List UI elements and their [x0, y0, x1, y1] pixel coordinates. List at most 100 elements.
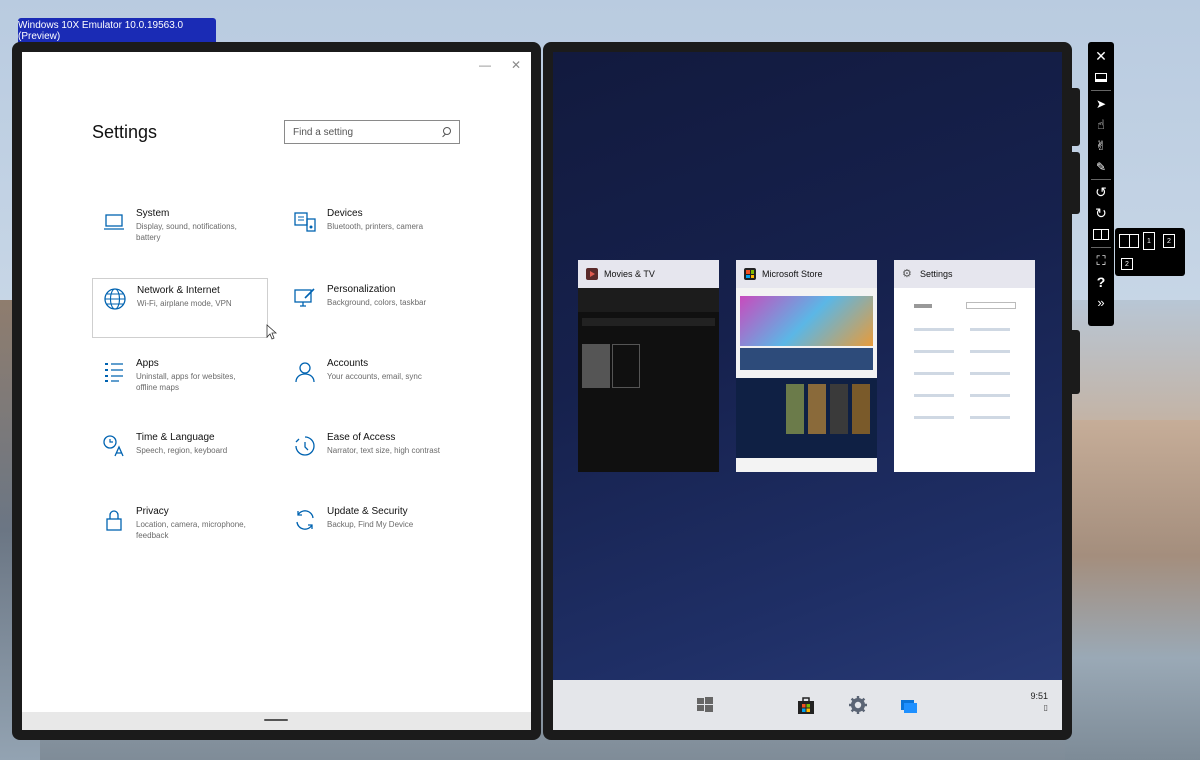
settings-tile-accounts[interactable]: Accounts Your accounts, email, sync — [283, 352, 459, 412]
window-controls: — ✕ — [479, 58, 521, 72]
mode-side-by-side[interactable] — [1119, 234, 1139, 248]
person-icon — [295, 362, 315, 383]
tile-description: Display, sound, notifications, battery — [136, 222, 237, 242]
settings-tile-time-language[interactable]: Time & Language Speech, region, keyboard — [92, 426, 268, 486]
hardware-button-mid — [1072, 152, 1080, 214]
tile-description: Backup, Find My Device — [327, 520, 414, 529]
movies-preview — [578, 288, 719, 472]
ease-of-access-icon — [295, 436, 315, 456]
mode-label: 1 — [1147, 237, 1151, 245]
toolbar-separator — [1091, 179, 1111, 180]
tile-description: Background, colors, taskbar — [327, 298, 427, 307]
rotate-right-icon[interactable]: ↻ — [1088, 203, 1114, 224]
card-title: Movies & TV — [604, 269, 655, 279]
hardware-button-bottom — [1072, 330, 1080, 394]
mode-stacked[interactable]: 1 — [1143, 232, 1155, 250]
settings-tile-apps[interactable]: Apps Uninstall, apps for websites, offlin… — [92, 352, 268, 412]
mode-single-bottom[interactable]: 2 — [1121, 258, 1133, 270]
settings-tile-network[interactable]: Network & Internet Wi-Fi, airplane mode, … — [92, 278, 268, 338]
task-card-movies-tv[interactable]: Movies & TV — [578, 260, 719, 472]
tile-name: Devices — [327, 208, 363, 219]
tile-name: Privacy — [136, 506, 169, 517]
settings-window: — ✕ Settings Find a setting System Displa… — [22, 52, 531, 730]
settings-tile-devices[interactable]: Devices Bluetooth, printers, camera — [283, 202, 459, 262]
tile-description: Location, camera, microphone, feedback — [136, 520, 246, 540]
task-view-icon[interactable] — [899, 695, 919, 715]
minimize-icon[interactable] — [1088, 67, 1114, 88]
clock-time: 9:51 — [1030, 691, 1048, 701]
right-screen: Movies & TV Microsoft Store ⚙ Settings 9… — [543, 42, 1072, 740]
gesture-bar[interactable] — [22, 712, 531, 730]
taskbar: 9:51 ▯ — [553, 680, 1062, 730]
notification-icon: ▯ — [1043, 703, 1048, 712]
minimize-button[interactable]: — — [479, 58, 491, 72]
help-icon[interactable]: ? — [1088, 271, 1114, 292]
tile-description: Wi-Fi, airplane mode, VPN — [137, 299, 232, 308]
page-title: Settings — [92, 122, 158, 142]
mode-label: 2 — [1167, 237, 1171, 245]
tile-name: System — [136, 208, 170, 219]
pen-icon[interactable]: ✎ — [1088, 156, 1114, 177]
tile-name: Update & Security — [327, 506, 408, 517]
task-view: Movies & TV Microsoft Store ⚙ Settings 9… — [553, 52, 1062, 730]
more-icon[interactable]: » — [1088, 292, 1114, 313]
toolbar-separator — [1091, 90, 1111, 91]
single-touch-icon[interactable]: ☝ — [1088, 114, 1114, 135]
task-card-settings[interactable]: ⚙ Settings — [894, 260, 1035, 472]
posture-icon[interactable] — [1088, 224, 1114, 245]
emulator-toolbar: ✕ ➤ ☝ ✌ ✎ ↺ ↻ ⛶ ? » — [1088, 42, 1114, 326]
settings-preview — [894, 288, 1035, 472]
task-card-microsoft-store[interactable]: Microsoft Store — [736, 260, 877, 472]
sync-icon — [296, 510, 314, 530]
hardware-button-top — [1072, 88, 1080, 146]
tile-name: Apps — [136, 358, 159, 369]
pointer-icon[interactable]: ➤ — [1088, 93, 1114, 114]
laptop-icon — [104, 214, 124, 230]
tile-description: Uninstall, apps for websites, offline ma… — [136, 372, 236, 392]
search-input[interactable]: Find a setting — [284, 120, 460, 144]
mouse-cursor-icon — [266, 324, 278, 340]
tile-description: Bluetooth, printers, camera — [327, 222, 424, 231]
desktop-background-right-sky — [1065, 300, 1200, 430]
card-title: Settings — [920, 269, 953, 279]
store-preview — [736, 288, 877, 472]
globe-icon — [104, 288, 126, 310]
search-placeholder: Find a setting — [293, 126, 354, 138]
fit-screen-icon[interactable]: ⛶ — [1088, 250, 1114, 271]
gear-icon: ⚙ — [902, 268, 912, 280]
mode-label: 2 — [1125, 260, 1129, 268]
store-icon[interactable] — [796, 695, 816, 715]
settings-tile-privacy[interactable]: Privacy Location, camera, microphone, fee… — [92, 500, 268, 560]
store-icon — [744, 268, 756, 280]
tile-name: Personalization — [327, 284, 396, 295]
gear-icon[interactable] — [848, 695, 868, 715]
card-title: Microsoft Store — [762, 269, 823, 279]
tile-description: Your accounts, email, sync — [327, 372, 422, 381]
posture-mode-popup: 1 2 2 — [1115, 228, 1185, 276]
card-header: Movies & TV — [578, 260, 719, 288]
multi-touch-icon[interactable]: ✌ — [1088, 135, 1114, 156]
tile-description: Speech, region, keyboard — [136, 446, 228, 455]
time-language-icon — [103, 435, 124, 457]
devices-icon — [294, 212, 316, 232]
close-button[interactable]: ✕ — [511, 58, 521, 72]
search-icon — [441, 127, 451, 137]
windows-logo-icon[interactable] — [695, 695, 715, 715]
lock-icon — [106, 510, 122, 531]
tile-name: Time & Language — [136, 432, 215, 443]
settings-tile-personalization[interactable]: Personalization Background, colors, taskb… — [283, 278, 459, 338]
settings-tile-update-security[interactable]: Update & Security Backup, Find My Device — [283, 500, 459, 560]
toolbar-separator — [1091, 247, 1111, 248]
tile-name: Network & Internet — [137, 285, 220, 296]
tile-name: Ease of Access — [327, 432, 396, 443]
card-header: ⚙ Settings — [894, 260, 1035, 288]
close-icon[interactable]: ✕ — [1088, 46, 1114, 67]
desktop-background-right — [1065, 420, 1200, 760]
mode-single-right[interactable]: 2 — [1163, 234, 1175, 248]
rotate-left-icon[interactable]: ↺ — [1088, 182, 1114, 203]
clock[interactable]: 9:51 ▯ — [1030, 690, 1048, 714]
settings-tile-ease-of-access[interactable]: Ease of Access Narrator, text size, high … — [283, 426, 459, 486]
emulator-title-tab[interactable]: Windows 10X Emulator 10.0.19563.0 (Previ… — [18, 18, 216, 44]
gesture-handle[interactable] — [264, 719, 288, 721]
settings-tile-system[interactable]: System Display, sound, notifications, bat… — [92, 202, 268, 262]
